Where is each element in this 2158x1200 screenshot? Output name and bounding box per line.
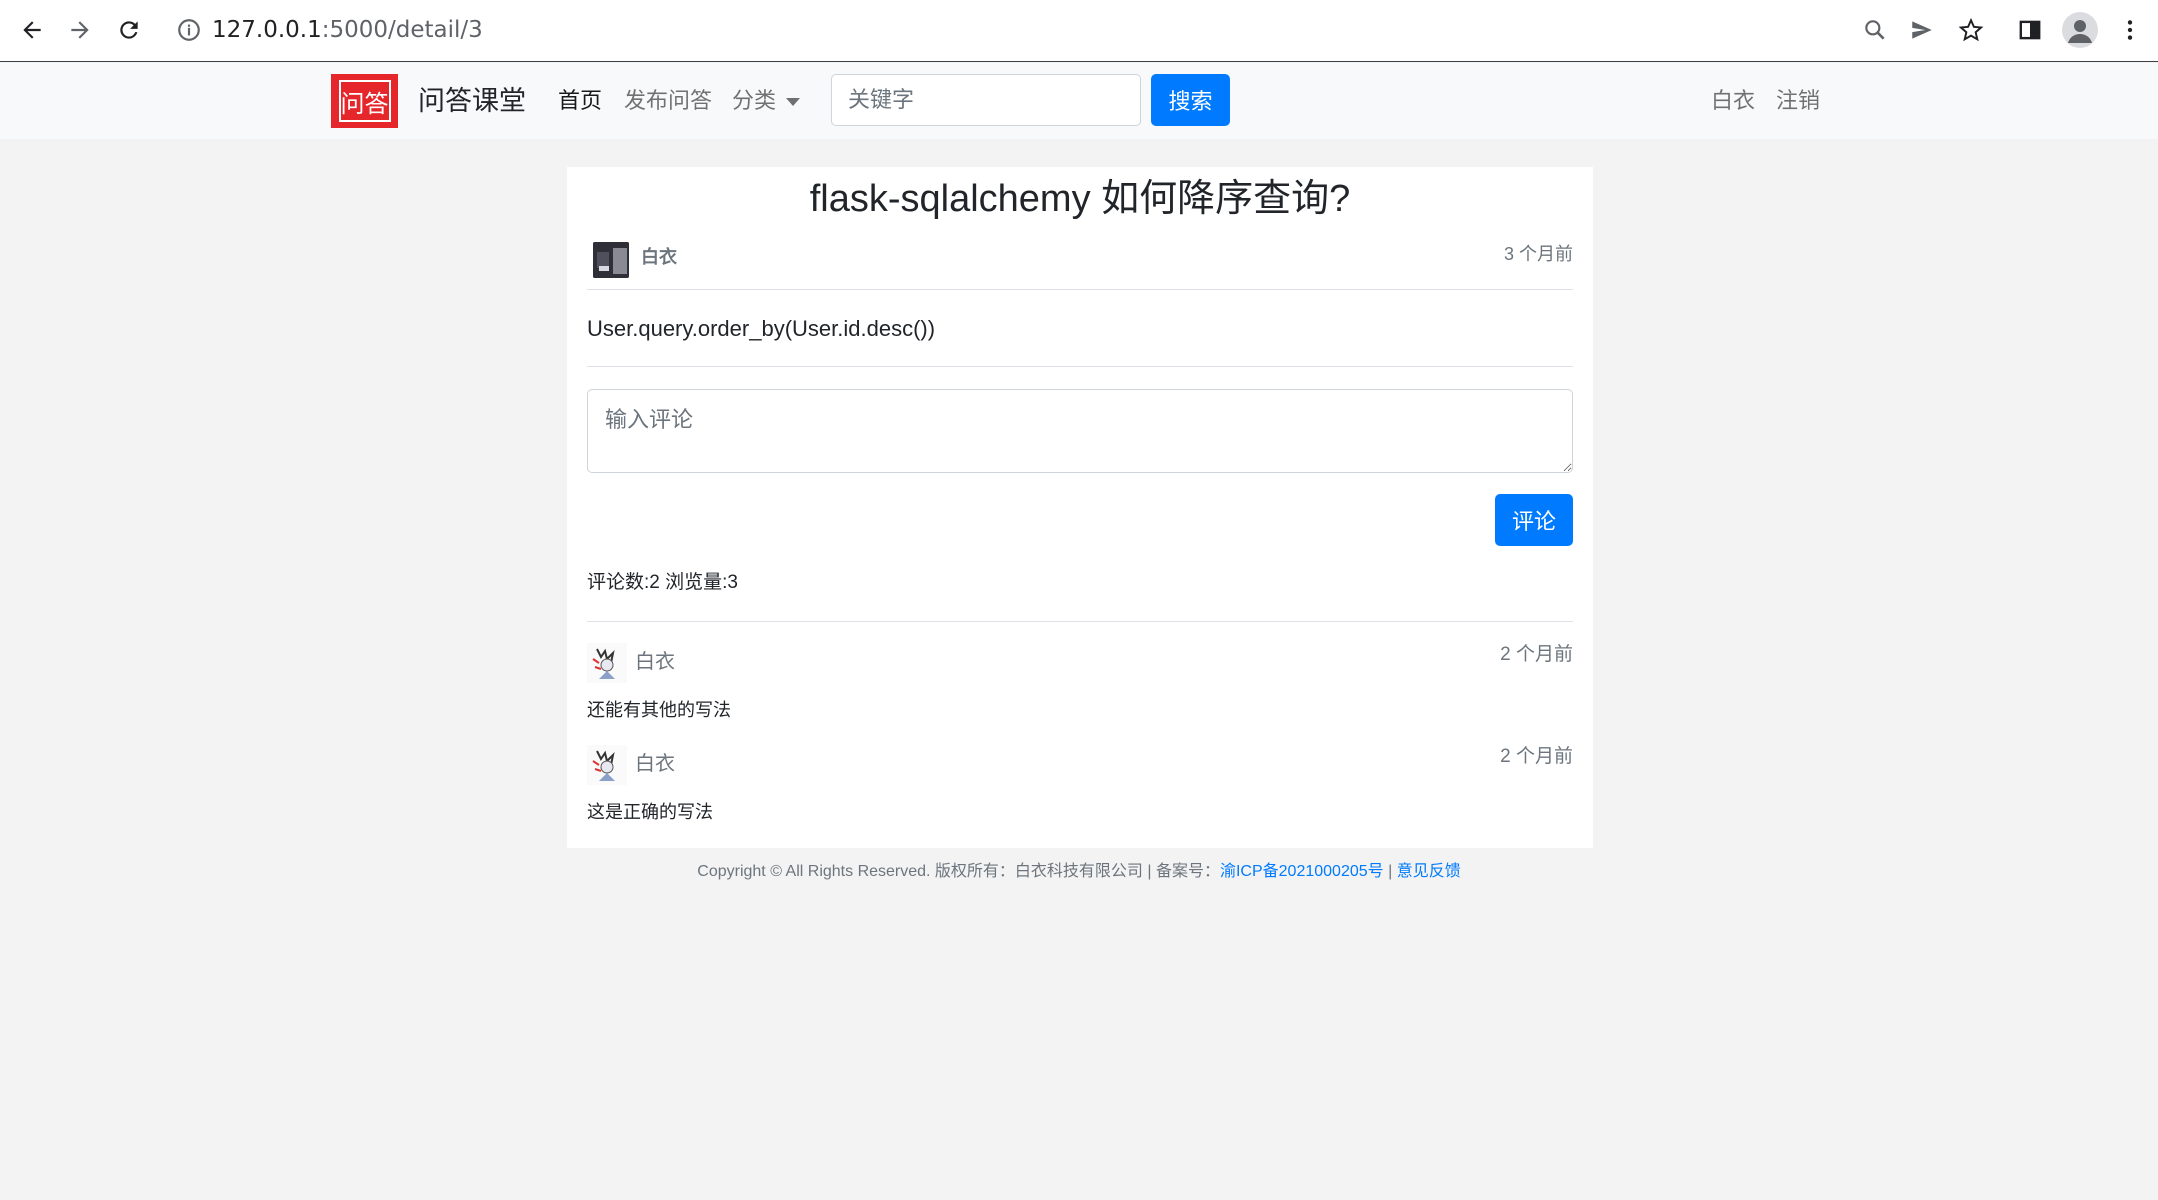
comment-submit-button[interactable]: 评论 xyxy=(1495,494,1573,546)
site-navbar: 问答 问答课堂 首页 发布问答 分类 搜索 白衣 注销 xyxy=(0,63,2158,139)
side-panel-icon[interactable] xyxy=(2012,12,2048,48)
page-footer: Copyright © All Rights Reserved. 版权所有：白衣… xyxy=(0,859,2158,885)
search-input[interactable] xyxy=(831,74,1141,126)
comment-text: 这是正确的写法 xyxy=(587,802,713,822)
divider xyxy=(587,289,1573,290)
stats-line: 评论数:2 浏览量:3 xyxy=(587,572,738,593)
footer-separator: | xyxy=(1383,863,1397,880)
nav-home[interactable]: 首页 xyxy=(558,85,602,117)
back-icon[interactable] xyxy=(14,12,50,48)
question-time: 3 个月前 xyxy=(1503,244,1573,264)
footer-copyright: Copyright © All Rights Reserved. 版权所有：白衣… xyxy=(697,863,1220,880)
send-icon[interactable] xyxy=(1904,12,1940,48)
logo-text: 问答 xyxy=(338,80,391,122)
footer-icp-link[interactable]: 渝ICP备2021000205号 xyxy=(1220,863,1384,880)
question-author: 白衣 xyxy=(641,247,677,267)
divider xyxy=(587,621,1573,622)
comment-avatar xyxy=(587,643,627,683)
question-title: flask-sqlalchemy 如何降序查询? xyxy=(809,178,1351,220)
nav-user[interactable]: 白衣 xyxy=(1711,85,1755,117)
comment-time: 2 个月前 xyxy=(1500,644,1573,665)
profile-avatar-icon[interactable] xyxy=(2062,12,2098,48)
nav-logout[interactable]: 注销 xyxy=(1776,85,1820,117)
site-info-icon[interactable] xyxy=(176,17,202,43)
question-content: User.query.order_by(User.id.desc()) xyxy=(587,316,936,341)
comment-text: 还能有其他的写法 xyxy=(587,700,731,720)
zoom-icon[interactable] xyxy=(1857,12,1893,48)
nav-publish[interactable]: 发布问答 xyxy=(624,85,712,117)
nav-category[interactable]: 分类 xyxy=(732,85,776,117)
menu-kebab-icon[interactable] xyxy=(2112,12,2148,48)
comment-time: 2 个月前 xyxy=(1500,746,1573,767)
comment-input[interactable] xyxy=(587,389,1573,473)
forward-icon[interactable] xyxy=(62,12,98,48)
comment-author: 白衣 xyxy=(635,753,675,775)
address-bar[interactable]: 127.0.0.1:5000/detail/3 xyxy=(212,14,483,46)
question-card: flask-sqlalchemy 如何降序查询? 白衣 3 个月前 User.q… xyxy=(567,167,1593,848)
comment-author: 白衣 xyxy=(635,651,675,673)
site-logo[interactable]: 问答 xyxy=(331,74,398,128)
divider xyxy=(587,366,1573,367)
author-avatar xyxy=(593,242,629,278)
comment-avatar xyxy=(587,745,627,785)
browser-toolbar: 127.0.0.1:5000/detail/3 xyxy=(0,0,2158,62)
reload-icon[interactable] xyxy=(111,12,147,48)
caret-down-icon[interactable] xyxy=(786,98,800,106)
search-button[interactable]: 搜索 xyxy=(1151,74,1230,126)
site-brand[interactable]: 问答课堂 xyxy=(418,83,526,119)
bookmark-star-icon[interactable] xyxy=(1953,12,1989,48)
url-host: 127.0.0.1 xyxy=(212,17,322,43)
url-path: :5000/detail/3 xyxy=(321,17,483,43)
footer-feedback-link[interactable]: 意见反馈 xyxy=(1397,863,1461,880)
